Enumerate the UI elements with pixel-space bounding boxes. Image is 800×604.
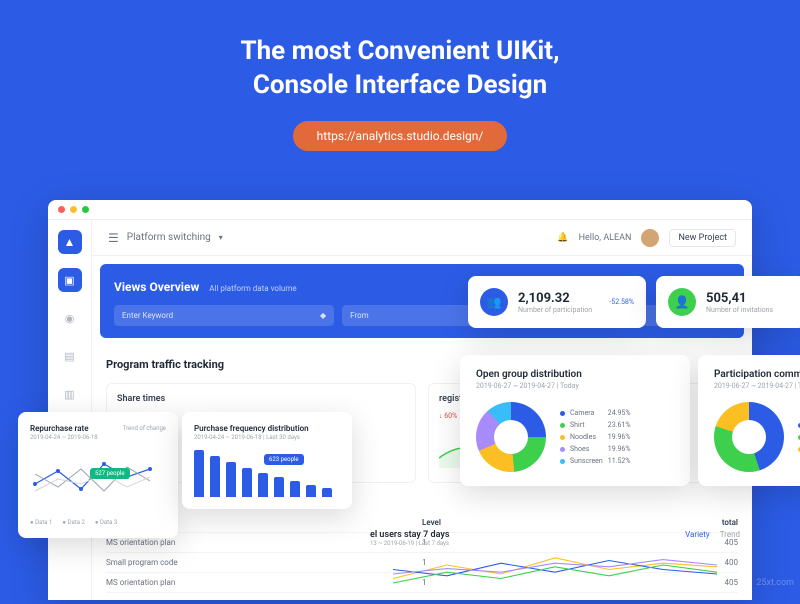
invitations-value: 505,41	[706, 291, 773, 306]
repurchase-badge: 527 people	[90, 468, 130, 479]
purchase-freq-card: Purchase frequency distribution 2019-04-…	[182, 412, 352, 509]
open-group-legend: Camera24.95% Shirt23.61% Noodles19.96% S…	[560, 409, 630, 465]
repurchase-legend: ● Data 1 ● Data 2 ● Data 3	[30, 519, 166, 526]
nav-docs-icon[interactable]: ▤	[58, 344, 82, 368]
participation-label: Number of participation	[518, 306, 592, 314]
hero-title-line2: Console Interface Design	[0, 69, 800, 103]
user-icon: 👥	[480, 288, 508, 316]
user-icon: 👤	[668, 288, 696, 316]
nav-reports-icon[interactable]: ▥	[58, 382, 82, 406]
users-stay-title: el users stay 7 days	[370, 530, 449, 540]
repurchase-subtitle: 2019-04-24 ~ 2019-06-18	[30, 434, 98, 441]
close-dot[interactable]	[58, 206, 65, 213]
maximize-dot[interactable]	[82, 206, 89, 213]
overview-subtitle: All platform data volume	[209, 284, 296, 293]
views-overview-panel: Views Overview All platform data volume …	[100, 264, 744, 338]
watermark: 25xt.com	[756, 578, 794, 588]
bell-icon[interactable]: 🔔	[557, 233, 568, 243]
participation-pct: -52.58%	[609, 298, 634, 306]
repurchase-title: Repurchase rate	[30, 424, 98, 433]
platform-switcher[interactable]: Platform switching	[127, 232, 211, 243]
window-titlebar	[48, 200, 752, 220]
minimize-dot[interactable]	[70, 206, 77, 213]
repurchase-chart	[30, 449, 170, 509]
avatar[interactable]	[641, 229, 659, 247]
commodity-type-card: Participation commodity type 2019-06-27 …	[698, 355, 800, 486]
sidebar: ▲ ▣ ◉ ▤ ▥	[48, 220, 92, 600]
tab-trend[interactable]: Trend	[720, 530, 740, 547]
purchase-freq-title: Purchase frequency distribution	[194, 424, 340, 433]
tab-variety[interactable]: Variety	[685, 530, 710, 547]
nav-dashboard-icon[interactable]: ▣	[58, 268, 82, 292]
users-stay-card: el users stay 7 days 13 ~ 2019-06-19 | L…	[370, 530, 740, 600]
tag-icon: ◆	[320, 311, 326, 320]
repurchase-trend: Trend of change	[123, 425, 166, 432]
chevron-down-icon: ▾	[219, 233, 223, 242]
url-pill[interactable]: https://analytics.studio.design/	[293, 121, 508, 151]
share-times-title: Share times	[117, 394, 405, 404]
commodity-subtitle: 2019-06-27 ~ 2019-04-27 | Today	[714, 382, 800, 390]
nav-analytics-icon[interactable]: ◉	[58, 306, 82, 330]
purchase-freq-badge: 623 people	[264, 454, 304, 465]
commodity-title: Participation commodity type	[714, 369, 800, 380]
greeting-text: Hello, ALEAN	[579, 233, 632, 243]
users-stay-subtitle: 13 ~ 2019-06-19 | Last 7 days	[370, 540, 449, 547]
menu-icon[interactable]: ☰	[108, 231, 119, 245]
new-project-button[interactable]: New Project	[669, 229, 736, 247]
purchase-freq-subtitle: 2019-04-24 ~ 2019-06-18 | Last 30 days	[194, 434, 340, 441]
invitations-label: Number of invitations	[706, 306, 773, 314]
reg-down-pct: ↓ 60%	[439, 412, 457, 420]
open-group-subtitle: 2019-06-27 ~ 2019-04-27 | Today	[476, 382, 674, 390]
users-stay-chart	[370, 547, 740, 592]
overview-title: Views Overview	[114, 280, 199, 294]
open-group-donut	[476, 402, 546, 472]
topbar: ☰ Platform switching ▾ 🔔 Hello, ALEAN Ne…	[92, 220, 752, 256]
invitations-stat-card: 👤 505,41 Number of invitations	[656, 276, 800, 328]
participation-value: 2,109.32	[518, 291, 592, 306]
repurchase-card: Repurchase rate 2019-04-24 ~ 2019-06-18 …	[18, 412, 178, 538]
keyword-input[interactable]: Enter Keyword◆	[114, 305, 334, 326]
open-group-title: Open group distribution	[476, 369, 674, 380]
app-logo[interactable]: ▲	[58, 230, 82, 254]
open-group-card: Open group distribution 2019-06-27 ~ 201…	[460, 355, 690, 486]
commodity-donut	[714, 402, 784, 472]
hero-title-line1: The most Convenient UIKit,	[0, 35, 800, 69]
participation-stat-card: 👥 2,109.32 Number of participation -52.5…	[468, 276, 646, 328]
